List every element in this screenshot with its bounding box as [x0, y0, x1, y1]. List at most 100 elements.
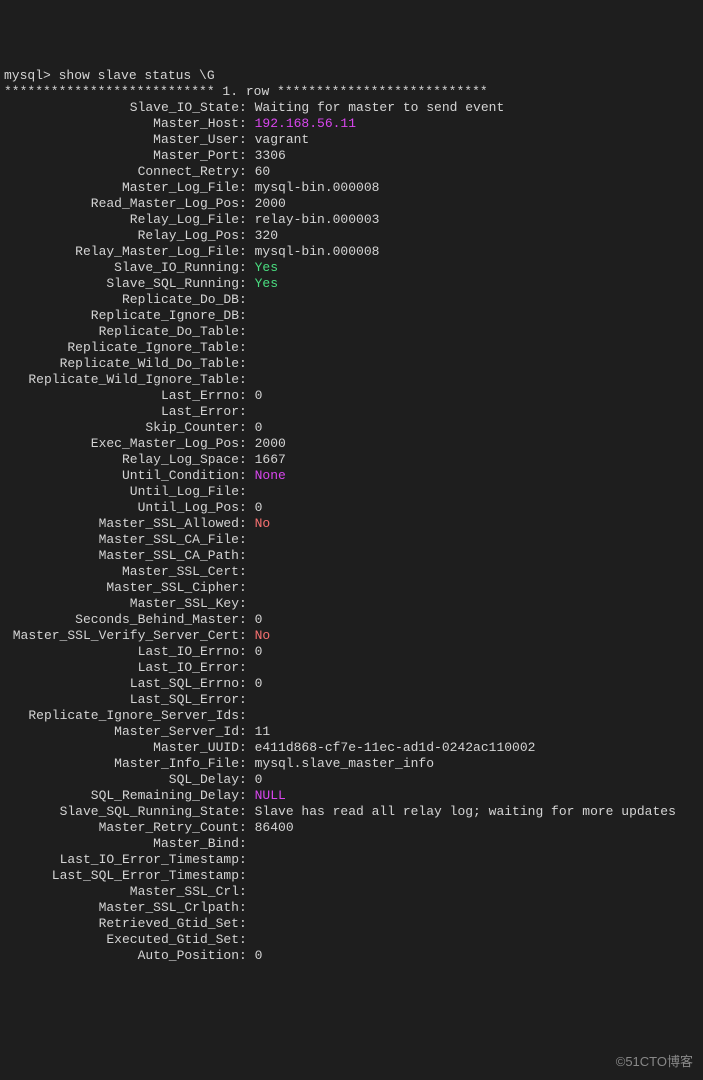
field-label: Last_SQL_Errno: [4, 676, 239, 692]
field-value: e411d868-cf7e-11ec-ad1d-0242ac110002: [255, 740, 536, 755]
status-field-row: Replicate_Wild_Ignore_Table:: [4, 372, 699, 388]
field-label: Exec_Master_Log_Pos: [4, 436, 239, 452]
field-label: Replicate_Ignore_DB: [4, 308, 239, 324]
status-field-row: Replicate_Do_Table:: [4, 324, 699, 340]
status-field-row: Until_Condition: None: [4, 468, 699, 484]
status-field-row: Master_SSL_Crl:: [4, 884, 699, 900]
status-field-row: Seconds_Behind_Master: 0: [4, 612, 699, 628]
field-value: No: [255, 628, 271, 643]
status-field-row: Relay_Log_Pos: 320: [4, 228, 699, 244]
status-field-row: Exec_Master_Log_Pos: 2000: [4, 436, 699, 452]
field-value: 0: [255, 612, 263, 627]
field-label: SQL_Remaining_Delay: [4, 788, 239, 804]
field-value: 0: [255, 388, 263, 403]
field-label: Relay_Log_Pos: [4, 228, 239, 244]
field-label: Master_SSL_Crl: [4, 884, 239, 900]
status-field-row: Last_IO_Errno: 0: [4, 644, 699, 660]
status-field-row: Slave_SQL_Running_State: Slave has read …: [4, 804, 699, 820]
field-value: 320: [255, 228, 278, 243]
status-field-row: Read_Master_Log_Pos: 2000: [4, 196, 699, 212]
field-label: Last_SQL_Error_Timestamp: [4, 868, 239, 884]
status-field-row: Replicate_Do_DB:: [4, 292, 699, 308]
status-field-row: Slave_IO_State: Waiting for master to se…: [4, 100, 699, 116]
field-label: Replicate_Ignore_Server_Ids: [4, 708, 239, 724]
field-label: Last_Error: [4, 404, 239, 420]
field-label: Slave_SQL_Running: [4, 276, 239, 292]
status-field-row: Executed_Gtid_Set:: [4, 932, 699, 948]
field-label: Relay_Log_Space: [4, 452, 239, 468]
status-field-row: Relay_Master_Log_File: mysql-bin.000008: [4, 244, 699, 260]
status-field-row: Skip_Counter: 0: [4, 420, 699, 436]
field-label: Last_IO_Error_Timestamp: [4, 852, 239, 868]
field-label: Executed_Gtid_Set: [4, 932, 239, 948]
terminal-output: mysql> show slave status \G*************…: [4, 68, 699, 964]
status-field-row: Master_SSL_CA_File:: [4, 532, 699, 548]
field-label: Slave_IO_State: [4, 100, 239, 116]
field-label: Replicate_Do_Table: [4, 324, 239, 340]
field-label: Until_Log_Pos: [4, 500, 239, 516]
field-label: Until_Condition: [4, 468, 239, 484]
field-label: Replicate_Ignore_Table: [4, 340, 239, 356]
field-value: 2000: [255, 436, 286, 451]
mysql-prompt: mysql> show slave status \G: [4, 68, 699, 84]
status-field-row: Master_SSL_Verify_Server_Cert: No: [4, 628, 699, 644]
status-field-row: Last_IO_Error_Timestamp:: [4, 852, 699, 868]
field-label: Replicate_Wild_Ignore_Table: [4, 372, 239, 388]
status-field-row: Last_Error:: [4, 404, 699, 420]
watermark: ©51CTO博客: [616, 1054, 693, 1070]
field-label: Last_Errno: [4, 388, 239, 404]
status-field-row: SQL_Remaining_Delay: NULL: [4, 788, 699, 804]
field-label: Last_IO_Error: [4, 660, 239, 676]
field-label: Master_Host: [4, 116, 239, 132]
status-field-row: Master_Port: 3306: [4, 148, 699, 164]
field-label: Master_SSL_Verify_Server_Cert: [4, 628, 239, 644]
field-label: Master_Port: [4, 148, 239, 164]
field-value: vagrant: [255, 132, 310, 147]
field-label: Skip_Counter: [4, 420, 239, 436]
field-label: Master_Server_Id: [4, 724, 239, 740]
field-label: Master_SSL_Cert: [4, 564, 239, 580]
field-value: mysql-bin.000008: [255, 244, 380, 259]
field-value: Yes: [255, 260, 278, 275]
field-label: Master_SSL_CA_Path: [4, 548, 239, 564]
field-value: mysql-bin.000008: [255, 180, 380, 195]
field-value: None: [255, 468, 286, 483]
status-field-row: Replicate_Ignore_Server_Ids:: [4, 708, 699, 724]
field-label: Last_SQL_Error: [4, 692, 239, 708]
status-field-row: Master_SSL_Cipher:: [4, 580, 699, 596]
field-label: Last_IO_Errno: [4, 644, 239, 660]
status-field-row: Replicate_Ignore_Table:: [4, 340, 699, 356]
status-field-row: Auto_Position: 0: [4, 948, 699, 964]
field-value: mysql.slave_master_info: [255, 756, 434, 771]
field-value: 0: [255, 420, 263, 435]
status-field-row: Master_SSL_Allowed: No: [4, 516, 699, 532]
field-label: Master_User: [4, 132, 239, 148]
field-value: 2000: [255, 196, 286, 211]
status-field-row: Master_Host: 192.168.56.11: [4, 116, 699, 132]
field-label: Master_Retry_Count: [4, 820, 239, 836]
field-label: Retrieved_Gtid_Set: [4, 916, 239, 932]
status-field-row: Last_SQL_Error:: [4, 692, 699, 708]
row-header: *************************** 1. row *****…: [4, 84, 699, 100]
status-field-row: Master_Server_Id: 11: [4, 724, 699, 740]
field-value: 0: [255, 772, 263, 787]
status-field-row: SQL_Delay: 0: [4, 772, 699, 788]
status-field-row: Replicate_Wild_Do_Table:: [4, 356, 699, 372]
field-label: Master_SSL_Crlpath: [4, 900, 239, 916]
status-field-row: Last_Errno: 0: [4, 388, 699, 404]
field-label: Master_Bind: [4, 836, 239, 852]
field-label: Auto_Position: [4, 948, 239, 964]
field-label: Master_UUID: [4, 740, 239, 756]
field-value: No: [255, 516, 271, 531]
status-field-row: Master_SSL_CA_Path:: [4, 548, 699, 564]
field-value: 11: [255, 724, 271, 739]
field-value: 1667: [255, 452, 286, 467]
status-field-row: Replicate_Ignore_DB:: [4, 308, 699, 324]
status-field-row: Master_Bind:: [4, 836, 699, 852]
status-field-row: Master_Log_File: mysql-bin.000008: [4, 180, 699, 196]
field-label: Slave_SQL_Running_State: [4, 804, 239, 820]
field-label: SQL_Delay: [4, 772, 239, 788]
field-label: Master_Info_File: [4, 756, 239, 772]
field-label: Read_Master_Log_Pos: [4, 196, 239, 212]
status-field-row: Master_User: vagrant: [4, 132, 699, 148]
